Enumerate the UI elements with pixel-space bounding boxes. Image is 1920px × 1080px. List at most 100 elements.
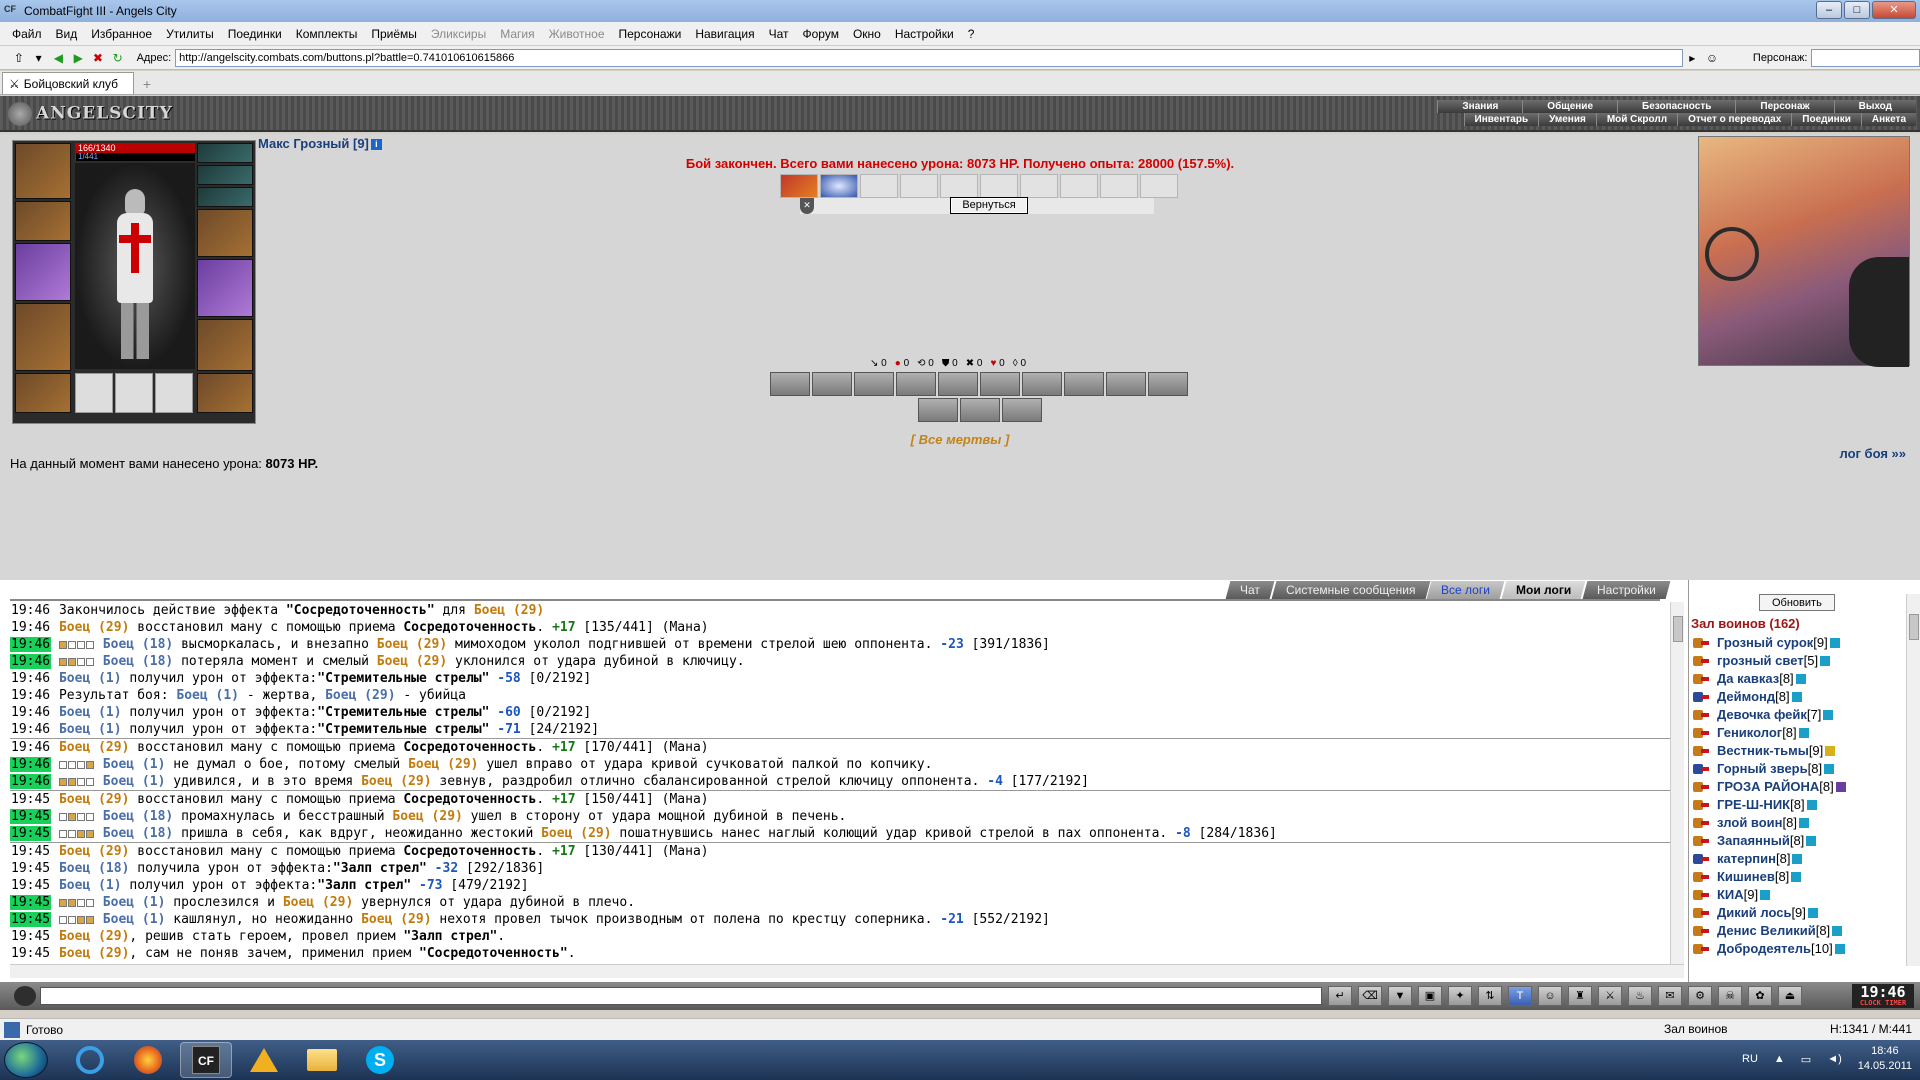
room-user[interactable]: Кишинев [8] xyxy=(1693,868,1903,886)
menu-item[interactable]: Форум xyxy=(803,27,839,41)
private-message-icon[interactable] xyxy=(1693,726,1711,740)
taskbar-ie[interactable] xyxy=(64,1042,116,1078)
menu-item[interactable]: Эликсиры xyxy=(431,27,486,41)
private-message-icon[interactable] xyxy=(1693,654,1711,668)
close-button[interactable]: ✕ xyxy=(1872,1,1916,19)
chat-mode-icon[interactable] xyxy=(14,986,36,1006)
top-nav-item[interactable]: Поединки xyxy=(1791,113,1861,126)
user-name[interactable]: Денис Великий xyxy=(1717,922,1816,940)
room-user[interactable]: грозный свет [5] xyxy=(1693,652,1903,670)
back-icon[interactable]: ◀ xyxy=(50,49,68,67)
top-nav-item[interactable]: Мой Скролл xyxy=(1595,113,1678,126)
room-user[interactable]: Гениколог [8] xyxy=(1693,724,1903,742)
return-button[interactable]: Вернуться xyxy=(950,197,1028,214)
private-message-icon[interactable] xyxy=(1693,798,1711,812)
user-name[interactable]: злой воин xyxy=(1717,814,1783,832)
smiley-icon[interactable]: ☺ xyxy=(1538,986,1562,1006)
persona-select[interactable] xyxy=(1811,48,1920,67)
info-icon[interactable] xyxy=(1832,926,1843,936)
effect-slot[interactable] xyxy=(820,174,858,198)
menu-item[interactable]: ? xyxy=(968,27,975,41)
room-user[interactable]: Да кавказ [8] xyxy=(1693,670,1903,688)
menu-item[interactable]: Избранное xyxy=(91,27,152,41)
gloves-slot[interactable] xyxy=(197,209,253,257)
persona-icon[interactable]: ☺ xyxy=(1703,49,1721,67)
info-icon[interactable] xyxy=(1798,728,1809,738)
room-user[interactable]: Денис Великий [8] xyxy=(1693,922,1903,940)
private-message-icon[interactable] xyxy=(1693,924,1711,938)
info-icon[interactable]: i xyxy=(370,139,382,151)
chat-input[interactable] xyxy=(40,987,1322,1005)
menu-item[interactable]: Персонажи xyxy=(619,27,682,41)
room-user[interactable]: Запаянный [8] xyxy=(1693,832,1903,850)
legs-slot[interactable] xyxy=(197,319,253,371)
user-name[interactable]: ГРЕ-Ш-НИК xyxy=(1717,796,1790,814)
chat-tab[interactable]: Системные сообщения xyxy=(1271,581,1430,599)
menu-item[interactable]: Магия xyxy=(500,27,534,41)
private-message-icon[interactable] xyxy=(1693,906,1711,920)
private-message-icon[interactable] xyxy=(1693,816,1711,830)
tab-fight-club[interactable]: ⚔ Бойцовский клуб xyxy=(2,72,134,94)
private-message-icon[interactable] xyxy=(1693,762,1711,776)
top-nav-item[interactable]: Инвентарь xyxy=(1463,113,1539,126)
helmet-icon[interactable]: ♜ xyxy=(1568,986,1592,1006)
info-icon[interactable] xyxy=(1829,638,1840,648)
top-nav-item[interactable]: Умения xyxy=(1538,113,1596,126)
address-input[interactable] xyxy=(175,48,1684,67)
menu-item[interactable]: Файл xyxy=(12,27,42,41)
info-icon[interactable] xyxy=(1807,908,1818,918)
room-user[interactable]: Грозный сурок [9] xyxy=(1693,634,1903,652)
info-icon[interactable] xyxy=(1760,890,1771,900)
bottle-icon[interactable]: ♨ xyxy=(1628,986,1652,1006)
info-icon[interactable] xyxy=(1792,854,1803,864)
dropdown-icon[interactable]: ▾ xyxy=(30,49,48,67)
private-message-icon[interactable] xyxy=(1693,780,1711,794)
taskbar-triangle-app[interactable] xyxy=(238,1042,290,1078)
taskbar-explorer[interactable] xyxy=(296,1042,348,1078)
user-name[interactable]: КИА xyxy=(1717,886,1744,904)
exit-icon[interactable]: ⏏ xyxy=(1778,986,1802,1006)
language-indicator[interactable]: RU xyxy=(1742,1053,1758,1065)
menu-item[interactable]: Чат xyxy=(769,27,789,41)
user-name[interactable]: Запаянный xyxy=(1717,832,1790,850)
skill-button[interactable] xyxy=(918,398,958,422)
tray-clock[interactable]: 18:46 14.05.2011 xyxy=(1858,1044,1912,1074)
user-name[interactable]: Дикий лось xyxy=(1717,904,1791,922)
room-user[interactable]: Деймонд [8] xyxy=(1693,688,1903,706)
room-user[interactable]: Добродеятель [10] xyxy=(1693,940,1903,958)
user-name[interactable]: Кишинев xyxy=(1717,868,1775,886)
info-icon[interactable] xyxy=(1791,872,1802,882)
new-tab-button[interactable]: + xyxy=(138,76,156,94)
info-icon[interactable] xyxy=(1835,782,1846,792)
top-nav-item[interactable]: Отчет о переводах xyxy=(1677,113,1792,126)
battle-log-link[interactable]: лог боя »» xyxy=(1839,446,1906,461)
taskbar-skype[interactable]: S xyxy=(354,1042,406,1078)
gear-icon[interactable]: ⚙ xyxy=(1688,986,1712,1006)
info-icon[interactable] xyxy=(1834,944,1845,954)
taskbar-firefox[interactable] xyxy=(122,1042,174,1078)
info-icon[interactable] xyxy=(1825,746,1836,756)
taskbar-combatfight[interactable]: CF xyxy=(180,1042,232,1078)
room-user[interactable]: катерпин [8] xyxy=(1693,850,1903,868)
room-user[interactable]: злой воин [8] xyxy=(1693,814,1903,832)
room-user[interactable]: Вестник-тьмы [9] xyxy=(1693,742,1903,760)
menu-item[interactable]: Поединки xyxy=(228,27,282,41)
ring-slots-2[interactable] xyxy=(197,187,253,207)
menu-item[interactable]: Утилиты xyxy=(166,27,214,41)
weapon-slot[interactable] xyxy=(15,243,71,301)
info-icon[interactable] xyxy=(1806,800,1817,810)
start-button[interactable] xyxy=(4,1042,48,1078)
user-name[interactable]: Грозный сурок xyxy=(1717,634,1813,652)
stop-icon[interactable]: ✖ xyxy=(89,49,107,67)
offhand-slot[interactable] xyxy=(197,259,253,317)
room-user[interactable]: Дикий лось [9] xyxy=(1693,904,1903,922)
info-icon[interactable] xyxy=(1824,764,1835,774)
player-name[interactable]: Макс Грозный [9] i xyxy=(258,136,382,151)
filter-icon[interactable]: ▼ xyxy=(1388,986,1412,1006)
chat-tab[interactable]: Чат xyxy=(1225,581,1274,599)
menu-item[interactable]: Навигация xyxy=(695,27,754,41)
info-icon[interactable] xyxy=(1806,836,1817,846)
effect-slot[interactable] xyxy=(780,174,818,198)
skill-button[interactable] xyxy=(980,372,1020,396)
user-name[interactable]: Добродеятель xyxy=(1717,940,1811,958)
